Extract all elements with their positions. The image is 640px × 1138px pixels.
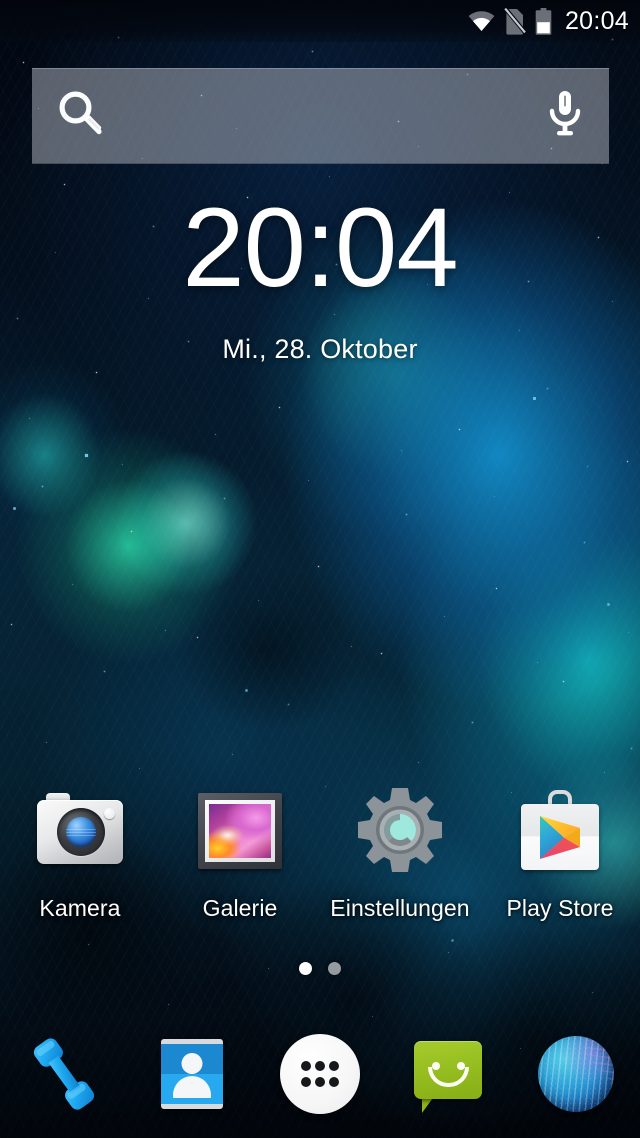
phone-handset-icon	[21, 1031, 107, 1117]
clock-time: 20:04	[182, 185, 458, 310]
app-label-play-store: Play Store	[506, 895, 614, 921]
app-icon-galerie[interactable]: Galerie	[160, 782, 320, 922]
status-bar-clock: 20:04	[564, 6, 629, 35]
google-search-widget[interactable]	[32, 68, 609, 164]
dock-bar	[0, 1010, 640, 1138]
battery-icon	[535, 7, 552, 35]
camera-icon	[32, 782, 128, 878]
app-drawer-icon	[277, 1031, 363, 1117]
dock-item-kontakte[interactable]	[128, 1031, 256, 1117]
contacts-card-icon	[149, 1031, 235, 1117]
app-icon-kamera[interactable]: Kamera	[0, 782, 160, 922]
play-store-icon	[512, 782, 608, 878]
magnifier-icon[interactable]	[56, 89, 105, 143]
no-sim-icon	[503, 7, 526, 35]
wifi-icon	[468, 10, 495, 32]
page-dot-inactive[interactable]	[328, 962, 341, 975]
app-icon-play-store[interactable]: Play Store	[480, 782, 640, 922]
clock-date: Mi., 28. Oktober	[222, 334, 418, 364]
android-home-screen: 20:04 20:04 Mi., 28. Oktober Kamera Gale…	[0, 0, 640, 1138]
app-grid: Kamera Galerie Einstellungen Play Store	[0, 782, 640, 922]
clock-widget[interactable]: 20:04 Mi., 28. Oktober	[0, 192, 640, 365]
dock-item-telefon[interactable]	[0, 1031, 128, 1117]
app-label-kamera: Kamera	[39, 895, 121, 921]
status-bar[interactable]: 20:04	[0, 0, 640, 42]
dock-item-app-drawer[interactable]	[256, 1031, 384, 1117]
globe-browser-icon	[533, 1031, 619, 1117]
gallery-icon	[192, 782, 288, 878]
settings-gear-icon	[352, 782, 448, 878]
app-label-galerie: Galerie	[202, 895, 278, 921]
dock-item-messaging[interactable]	[384, 1031, 512, 1117]
message-bubble-icon	[405, 1031, 491, 1117]
microphone-icon[interactable]	[547, 89, 583, 144]
page-dot-active[interactable]	[299, 962, 312, 975]
dock-item-browser[interactable]	[512, 1031, 640, 1117]
page-indicator	[0, 962, 640, 975]
search-input[interactable]	[105, 69, 547, 163]
app-icon-einstellungen[interactable]: Einstellungen	[320, 782, 480, 922]
app-label-einstellungen: Einstellungen	[330, 895, 470, 921]
